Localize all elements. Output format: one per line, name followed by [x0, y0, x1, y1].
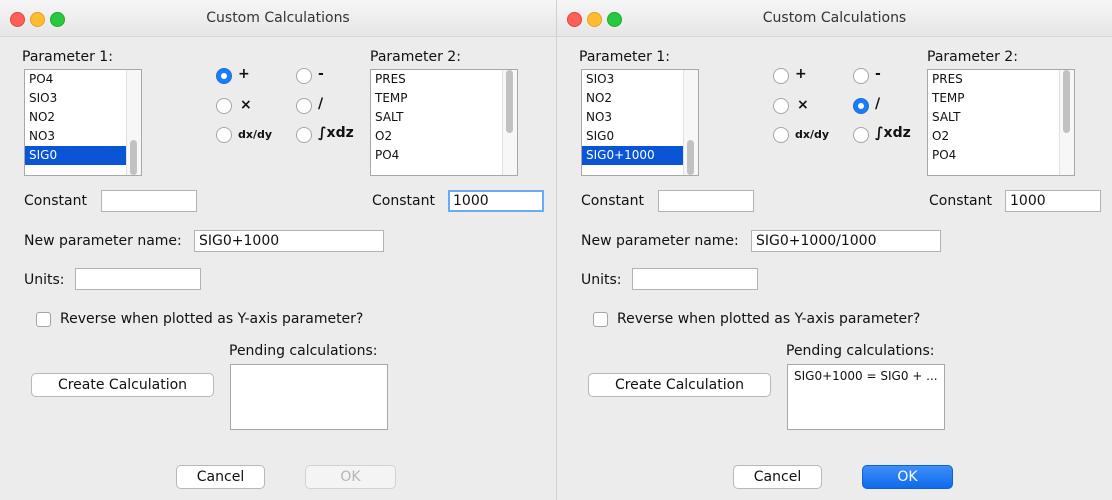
window-title: Custom Calculations — [762, 10, 907, 26]
constant-1-input[interactable] — [101, 190, 197, 212]
plus-icon: + — [795, 66, 807, 82]
parameter-1-scrollbar[interactable] — [126, 70, 141, 175]
parameter-2-scrollbar[interactable] — [1059, 70, 1074, 175]
divide-icon: / — [875, 96, 881, 112]
cancel-button[interactable]: Cancel — [176, 465, 265, 489]
new-parameter-name-input[interactable]: SIG0+1000/1000 — [751, 230, 941, 252]
ok-button[interactable]: OK — [862, 465, 953, 489]
operation-subtract-radio[interactable] — [296, 68, 312, 84]
parameter-1-item[interactable]: NO3 — [25, 127, 141, 146]
units-input[interactable] — [75, 268, 201, 290]
constant-2-input[interactable]: 1000 — [1005, 190, 1101, 212]
constant-1-label: Constant — [581, 193, 644, 209]
constant-1-input[interactable] — [658, 190, 754, 212]
parameter-1-item[interactable]: SIG0 — [582, 127, 698, 146]
operation-derivative-radio[interactable] — [216, 127, 232, 143]
parameter-1-scroll-thumb[interactable] — [687, 140, 694, 175]
custom-calculations-dialog-2: Custom Calculations Parameter 1: SIO3 NO2 NO… — [557, 0, 1112, 500]
create-calculation-button[interactable]: Create Calculation — [588, 373, 771, 397]
parameter-1-scroll-thumb[interactable] — [130, 140, 137, 175]
operation-multiply-radio[interactable] — [773, 98, 789, 114]
constant-2-label: Constant — [929, 193, 992, 209]
minus-icon: - — [318, 66, 324, 82]
operation-derivative-radio[interactable] — [773, 127, 789, 143]
parameter-2-scroll-thumb[interactable] — [506, 70, 513, 133]
derivative-icon: dx/dy — [238, 128, 273, 141]
parameter-2-scroll-thumb[interactable] — [1063, 70, 1070, 133]
operation-divide-radio[interactable] — [853, 98, 869, 114]
parameter-2-item[interactable]: PRES — [371, 70, 517, 89]
parameter-1-item[interactable]: NO3 — [582, 108, 698, 127]
new-parameter-name-label: New parameter name: — [581, 233, 739, 249]
window-title: Custom Calculations — [206, 10, 350, 26]
parameter-1-list[interactable]: PO4 SIO3 NO2 NO3 SIG0 — [24, 69, 142, 176]
reverse-y-axis-label: Reverse when plotted as Y-axis parameter… — [617, 311, 921, 327]
reverse-y-axis-checkbox[interactable] — [593, 312, 608, 327]
ok-button[interactable]: OK — [305, 465, 396, 489]
parameter-1-item[interactable]: SIO3 — [25, 89, 141, 108]
parameter-1-item[interactable]: SIO3 — [582, 70, 698, 89]
cancel-button[interactable]: Cancel — [733, 465, 822, 489]
multiply-icon: × — [797, 97, 809, 113]
parameter-2-item[interactable]: SALT — [928, 108, 1074, 127]
multiply-icon: × — [240, 97, 252, 113]
pending-calculations-list[interactable] — [230, 364, 388, 430]
parameter-2-item[interactable]: TEMP — [928, 89, 1074, 108]
pending-calculations-label: Pending calculations: — [229, 343, 378, 359]
operation-integral-radio[interactable] — [296, 127, 312, 143]
create-calculation-button[interactable]: Create Calculation — [31, 373, 214, 397]
parameter-2-item[interactable]: PO4 — [928, 146, 1074, 165]
units-label: Units: — [24, 272, 65, 288]
constant-1-label: Constant — [24, 193, 87, 209]
parameter-1-item[interactable]: NO2 — [582, 89, 698, 108]
parameter-2-item[interactable]: PO4 — [371, 146, 517, 165]
operation-integral-radio[interactable] — [853, 127, 869, 143]
parameter-1-label: Parameter 1: — [22, 49, 113, 65]
parameter-2-list[interactable]: PRES TEMP SALT O2 PO4 — [927, 69, 1075, 176]
new-parameter-name-label: New parameter name: — [24, 233, 182, 249]
parameter-2-item[interactable]: SALT — [371, 108, 517, 127]
operation-add-radio[interactable] — [216, 68, 232, 84]
parameter-2-label: Parameter 2: — [927, 49, 1018, 65]
title-bar[interactable]: Custom Calculations — [557, 0, 1112, 37]
constant-2-label: Constant — [372, 193, 435, 209]
reverse-y-axis-checkbox[interactable] — [36, 312, 51, 327]
parameter-2-item[interactable]: PRES — [928, 70, 1074, 89]
parameter-1-label: Parameter 1: — [579, 49, 670, 65]
operation-add-radio[interactable] — [773, 68, 789, 84]
minus-icon: - — [875, 66, 881, 82]
parameter-1-list[interactable]: SIO3 NO2 NO3 SIG0 SIG0+1000 — [581, 69, 699, 176]
custom-calculations-dialog-1: Custom Calculations Parameter 1: PO4 SIO3 NO… — [0, 0, 557, 500]
parameter-2-scrollbar[interactable] — [502, 70, 517, 175]
integral-icon: ∫xdz — [875, 125, 911, 141]
parameter-2-label: Parameter 2: — [370, 49, 461, 65]
constant-2-input[interactable]: 1000 — [448, 190, 544, 212]
new-parameter-name-input[interactable]: SIG0+1000 — [194, 230, 384, 252]
divide-icon: / — [318, 96, 324, 112]
integral-icon: ∫xdz — [318, 125, 354, 141]
parameter-1-scrollbar[interactable] — [683, 70, 698, 175]
parameter-1-item[interactable]: SIG0 — [25, 146, 141, 165]
operation-subtract-radio[interactable] — [853, 68, 869, 84]
parameter-1-item[interactable]: PO4 — [25, 70, 141, 89]
reverse-y-axis-label: Reverse when plotted as Y-axis parameter… — [60, 311, 364, 327]
pending-calculation-item[interactable]: SIG0+1000 = SIG0 + ... — [788, 365, 944, 387]
parameter-1-item[interactable]: NO2 — [25, 108, 141, 127]
parameter-2-list[interactable]: PRES TEMP SALT O2 PO4 — [370, 69, 518, 176]
units-input[interactable] — [632, 268, 758, 290]
parameter-1-item[interactable]: SIG0+1000 — [582, 146, 698, 165]
parameter-2-item[interactable]: O2 — [371, 127, 517, 146]
pending-calculations-list[interactable]: SIG0+1000 = SIG0 + ... — [787, 364, 945, 430]
parameter-2-item[interactable]: TEMP — [371, 89, 517, 108]
plus-icon: + — [238, 66, 250, 82]
units-label: Units: — [581, 272, 622, 288]
derivative-icon: dx/dy — [795, 128, 830, 141]
operation-multiply-radio[interactable] — [216, 98, 232, 114]
title-bar[interactable]: Custom Calculations — [0, 0, 556, 37]
parameter-2-item[interactable]: O2 — [928, 127, 1074, 146]
operation-divide-radio[interactable] — [296, 98, 312, 114]
pending-calculations-label: Pending calculations: — [786, 343, 935, 359]
